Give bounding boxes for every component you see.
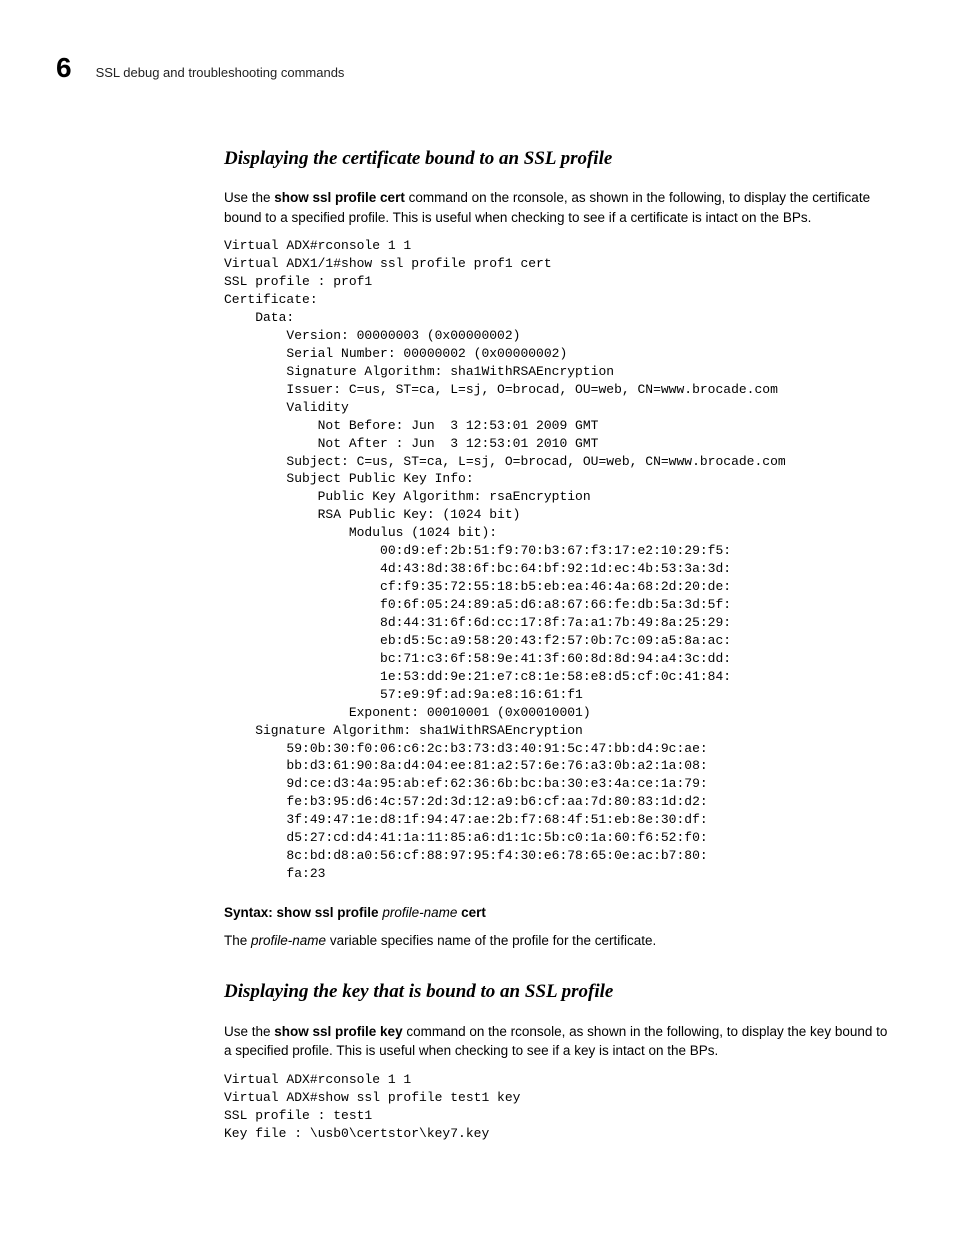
syntax-label: Syntax: [224,905,277,920]
main-content: Displaying the certificate bound to an S… [224,145,890,1143]
syntax-cmd: show ssl profile [277,905,383,920]
text: The [224,933,251,948]
section1-note: The profile-name variable specifies name… [224,931,890,951]
section1-intro: Use the show ssl profile cert command on… [224,188,890,227]
section1-heading: Displaying the certificate bound to an S… [224,145,890,173]
text: variable specifies name of the profile f… [326,933,656,948]
syntax-cmd: cert [457,905,486,920]
section1-syntax: Syntax: show ssl profile profile-name ce… [224,903,890,923]
syntax-var: profile-name [382,905,457,920]
section2-heading: Displaying the key that is bound to an S… [224,978,890,1006]
section2-intro: Use the show ssl profile key command on … [224,1022,890,1061]
section2-code-block: Virtual ADX#rconsole 1 1 Virtual ADX#sho… [224,1071,890,1143]
section1-code-block: Virtual ADX#rconsole 1 1 Virtual ADX1/1#… [224,237,890,883]
command-name: show ssl profile cert [274,190,405,205]
page-header: 6 SSL debug and troubleshooting commands [56,48,890,89]
command-name: show ssl profile key [274,1024,402,1039]
variable-name: profile-name [251,933,326,948]
text: Use the [224,1024,274,1039]
text: Use the [224,190,274,205]
chapter-number: 6 [56,48,72,89]
running-title: SSL debug and troubleshooting commands [96,64,345,83]
